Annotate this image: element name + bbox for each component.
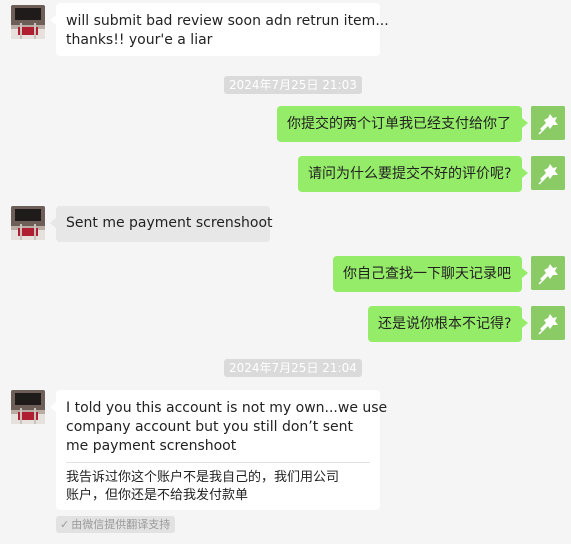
translation-provider-tag[interactable]: ✓ 由微信提供翻译支持	[56, 516, 176, 533]
message-bubble-outgoing[interactable]: 请问为什么要提交不好的评价呢?	[298, 156, 528, 192]
flower-icon	[531, 106, 565, 140]
message-text: 你提交的两个订单我已经支付给你了	[287, 116, 511, 132]
message-bubble-outgoing[interactable]: 你自己查找一下聊天记录吧	[333, 256, 528, 292]
flower-icon	[531, 256, 565, 290]
contact-avatar[interactable]	[11, 390, 45, 424]
message-text: 请问为什么要提交不好的评价呢?	[308, 166, 512, 182]
message-text: 你自己查找一下聊天记录吧	[343, 266, 511, 282]
translation-provider-label: 由微信提供翻译支持	[71, 518, 171, 531]
message-text: will submit bad review soon adn retrun i…	[66, 13, 389, 29]
flower-icon	[531, 156, 565, 190]
timestamp: 2024年7月25日 21:04	[224, 359, 362, 377]
message-text: Sent me payment screnshoot	[66, 215, 273, 231]
message-bubble-incoming[interactable]: will submit bad review soon adn retrun i…	[50, 3, 389, 56]
message-bubble-incoming[interactable]: I told you this account is not my own...…	[50, 390, 388, 510]
message-text: I told you this account is not my own...…	[66, 400, 388, 416]
user-avatar[interactable]	[531, 256, 565, 290]
message-text: 还是说你根本不记得?	[378, 316, 512, 332]
message-bubble-outgoing[interactable]: 你提交的两个订单我已经支付给你了	[277, 106, 528, 142]
message-bubble-incoming[interactable]: Sent me payment screnshoot	[50, 206, 273, 242]
message-text: company account but you still don’t sent	[66, 419, 353, 435]
user-avatar[interactable]	[531, 306, 565, 340]
translation-text: 我告诉过你这个账户不是我自己的，我们用公司	[66, 470, 340, 485]
check-icon: ✓	[60, 518, 70, 531]
user-avatar[interactable]	[531, 106, 565, 140]
translation-text: 账户，但你还是不给我发付款单	[66, 488, 249, 503]
flower-icon	[531, 306, 565, 340]
message-text: me payment screnshoot	[66, 438, 237, 454]
user-avatar[interactable]	[531, 156, 565, 190]
contact-avatar[interactable]	[11, 206, 45, 240]
message-text: thanks!! your'e a liar	[66, 32, 213, 48]
timestamp: 2024年7月25日 21:03	[224, 76, 362, 94]
translation-divider	[66, 462, 370, 463]
message-bubble-outgoing[interactable]: 还是说你根本不记得?	[368, 306, 528, 342]
contact-avatar[interactable]	[11, 5, 45, 39]
